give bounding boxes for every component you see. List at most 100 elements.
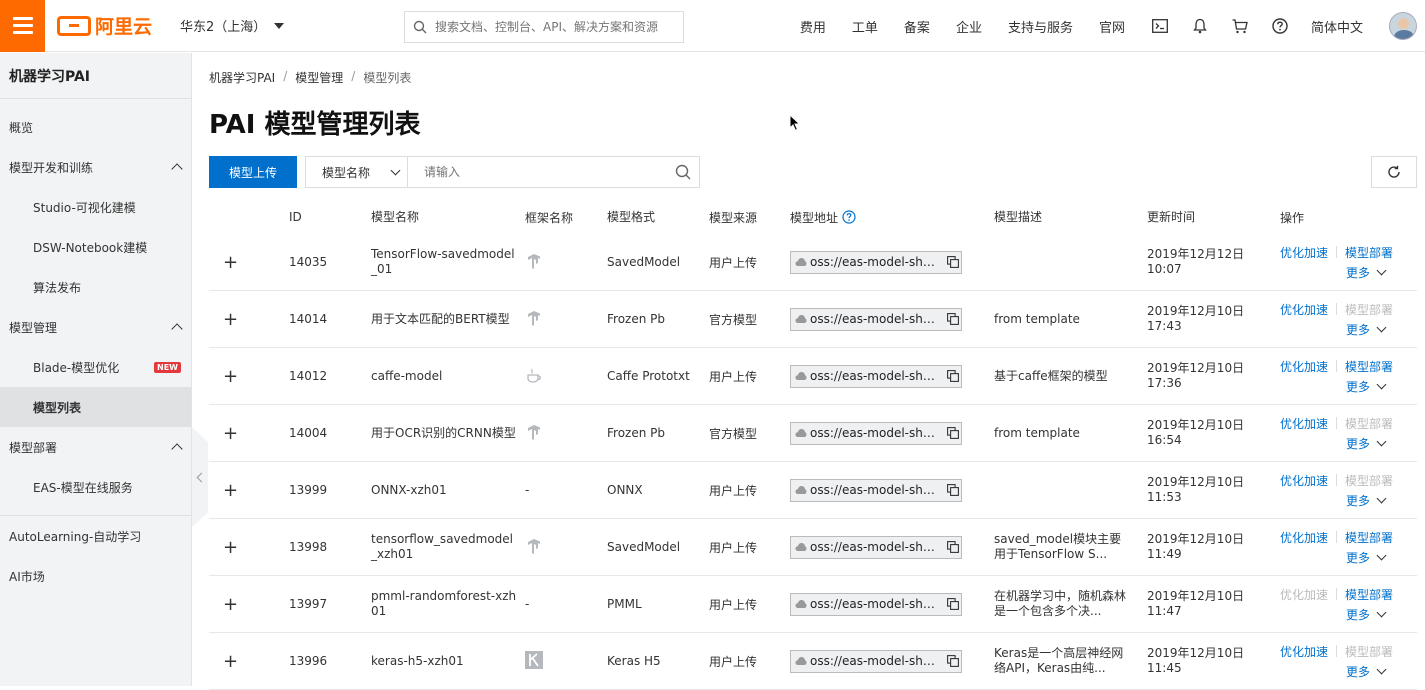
expand-row-icon[interactable]: +: [223, 366, 238, 387]
sidebar-group-model-management[interactable]: 模型管理: [0, 307, 191, 347]
sidebar-item-ai-market[interactable]: AI市场: [0, 556, 191, 596]
optimize-link[interactable]: 优化加速: [1280, 643, 1328, 660]
menu-icon[interactable]: [0, 0, 45, 52]
optimize-link[interactable]: 优化加速: [1280, 586, 1328, 603]
nav-icp[interactable]: 备案: [904, 17, 930, 36]
help-icon[interactable]: [842, 210, 856, 224]
cart-icon[interactable]: [1231, 17, 1249, 35]
breadcrumb-pai[interactable]: 机器学习PAI: [209, 69, 275, 86]
oss-address-field[interactable]: oss://eas-model-shan...: [790, 421, 962, 445]
table-body: + 14035 TensorFlow-savedmodel_01 SavedMo…: [209, 234, 1417, 690]
filter-search-input[interactable]: [424, 165, 654, 179]
expand-row-icon[interactable]: +: [223, 651, 238, 672]
optimize-link[interactable]: 优化加速: [1280, 529, 1328, 546]
bell-icon[interactable]: [1191, 17, 1209, 35]
optimize-link[interactable]: 优化加速: [1280, 358, 1328, 375]
help-icon[interactable]: [1271, 17, 1289, 35]
cell-description: from template: [994, 425, 1080, 440]
refresh-button[interactable]: [1371, 156, 1417, 188]
global-search-input[interactable]: [435, 20, 675, 34]
copy-icon[interactable]: [945, 254, 961, 270]
aliyun-logo[interactable]: 阿里云: [57, 12, 152, 39]
expand-row-icon[interactable]: +: [223, 423, 238, 444]
sidebar-collapse-toggle[interactable]: [192, 427, 208, 527]
deploy-link[interactable]: 模型部署: [1345, 586, 1393, 603]
cell-address: oss://eas-model-shan...: [790, 478, 994, 502]
deploy-link[interactable]: 模型部署: [1345, 472, 1393, 489]
nav-official-site[interactable]: 官网: [1099, 17, 1125, 36]
sidebar-group-model-deploy[interactable]: 模型部署: [0, 427, 191, 467]
expand-row-icon[interactable]: +: [223, 480, 238, 501]
breadcrumb: 机器学习PAI / 模型管理 / 模型列表: [209, 69, 1417, 86]
sidebar-item-label: 模型开发和训练: [9, 160, 94, 175]
sidebar-item-dsw[interactable]: DSW-Notebook建模: [0, 227, 191, 267]
copy-icon[interactable]: [945, 539, 961, 555]
deploy-link[interactable]: 模型部署: [1345, 643, 1393, 660]
more-dropdown[interactable]: 更多: [1346, 321, 1420, 338]
deploy-link[interactable]: 模型部署: [1345, 415, 1393, 432]
deploy-link[interactable]: 模型部署: [1345, 301, 1393, 318]
copy-icon[interactable]: [945, 482, 961, 498]
sidebar-item-autolearning[interactable]: AutoLearning-自动学习: [0, 516, 191, 556]
more-dropdown[interactable]: 更多: [1346, 549, 1420, 566]
nav-support[interactable]: 支持与服务: [1008, 17, 1073, 36]
copy-icon[interactable]: [945, 311, 961, 327]
oss-address-field[interactable]: oss://eas-model-shan...: [790, 592, 962, 616]
optimize-link[interactable]: 优化加速: [1280, 472, 1328, 489]
oss-address-field[interactable]: oss://eas-model-shan...: [790, 250, 962, 274]
nav-tickets[interactable]: 工单: [852, 17, 878, 36]
more-dropdown[interactable]: 更多: [1346, 663, 1420, 680]
nav-enterprise[interactable]: 企业: [956, 17, 982, 36]
cell-framework: [525, 423, 607, 444]
expand-row-icon[interactable]: +: [223, 309, 238, 330]
avatar[interactable]: [1389, 12, 1417, 40]
chevron-up-icon: [171, 323, 183, 335]
search-icon[interactable]: [675, 164, 691, 180]
terminal-icon[interactable]: [1151, 17, 1169, 35]
copy-icon[interactable]: [945, 425, 961, 441]
new-badge: NEW: [154, 361, 181, 373]
deploy-link[interactable]: 模型部署: [1345, 358, 1393, 375]
sidebar-item-overview[interactable]: 概览: [0, 107, 191, 147]
optimize-link[interactable]: 优化加速: [1280, 301, 1328, 318]
sidebar-item-eas[interactable]: EAS-模型在线服务: [0, 467, 191, 507]
optimize-link[interactable]: 优化加速: [1280, 415, 1328, 432]
more-dropdown[interactable]: 更多: [1346, 378, 1420, 395]
sidebar-item-model-list[interactable]: 模型列表: [0, 387, 191, 427]
nav-billing[interactable]: 费用: [800, 17, 826, 36]
region-selector[interactable]: 华东2（上海）: [180, 16, 285, 35]
deploy-link[interactable]: 模型部署: [1345, 529, 1393, 546]
copy-icon[interactable]: [945, 596, 961, 612]
more-dropdown[interactable]: 更多: [1346, 606, 1420, 623]
oss-address-field[interactable]: oss://eas-model-shan...: [790, 478, 962, 502]
language-switch[interactable]: 简体中文: [1311, 17, 1363, 36]
sidebar-group-dev-training[interactable]: 模型开发和训练: [0, 147, 191, 187]
deploy-link[interactable]: 模型部署: [1345, 244, 1393, 261]
optimize-link[interactable]: 优化加速: [1280, 244, 1328, 261]
expand-row-icon[interactable]: +: [223, 594, 238, 615]
expand-row-icon[interactable]: +: [223, 252, 238, 273]
breadcrumb-model-management[interactable]: 模型管理: [295, 69, 343, 86]
oss-address-field[interactable]: oss://eas-model-shan...: [790, 307, 962, 331]
more-dropdown[interactable]: 更多: [1346, 264, 1420, 281]
oss-address-field[interactable]: oss://eas-model-shan...: [790, 535, 962, 559]
expand-row-icon[interactable]: +: [223, 537, 238, 558]
sidebar-item-label: 模型管理: [9, 320, 58, 335]
upload-model-button[interactable]: 模型上传: [209, 156, 297, 188]
sidebar-item-blade[interactable]: Blade-模型优化 NEW: [0, 347, 191, 387]
actions-group: 优化加速 模型部署 更多: [1280, 358, 1420, 395]
table-row: + 13996 keras-h5-xzh01 Keras H5 用户上传 oss…: [209, 633, 1417, 690]
more-dropdown[interactable]: 更多: [1346, 492, 1420, 509]
more-dropdown[interactable]: 更多: [1346, 435, 1420, 452]
oss-address-field[interactable]: oss://eas-model-shan...: [790, 364, 962, 388]
filter-field-select[interactable]: 模型名称: [305, 156, 408, 188]
copy-icon[interactable]: [945, 368, 961, 384]
cell-address: oss://eas-model-shan...: [790, 649, 994, 673]
sidebar-item-algorithm-publish[interactable]: 算法发布: [0, 267, 191, 307]
global-search[interactable]: [404, 11, 684, 43]
model-table: ID 模型名称 框架名称 模型格式 模型来源 模型地址 模型描述 更新时间 操作…: [209, 200, 1417, 690]
oss-address-field[interactable]: oss://eas-model-shan...: [790, 649, 962, 673]
copy-icon[interactable]: [945, 653, 961, 669]
cell-description: Keras是一个高层神经网络API，Keras由纯...: [994, 646, 1124, 675]
sidebar-item-studio[interactable]: Studio-可视化建模: [0, 187, 191, 227]
